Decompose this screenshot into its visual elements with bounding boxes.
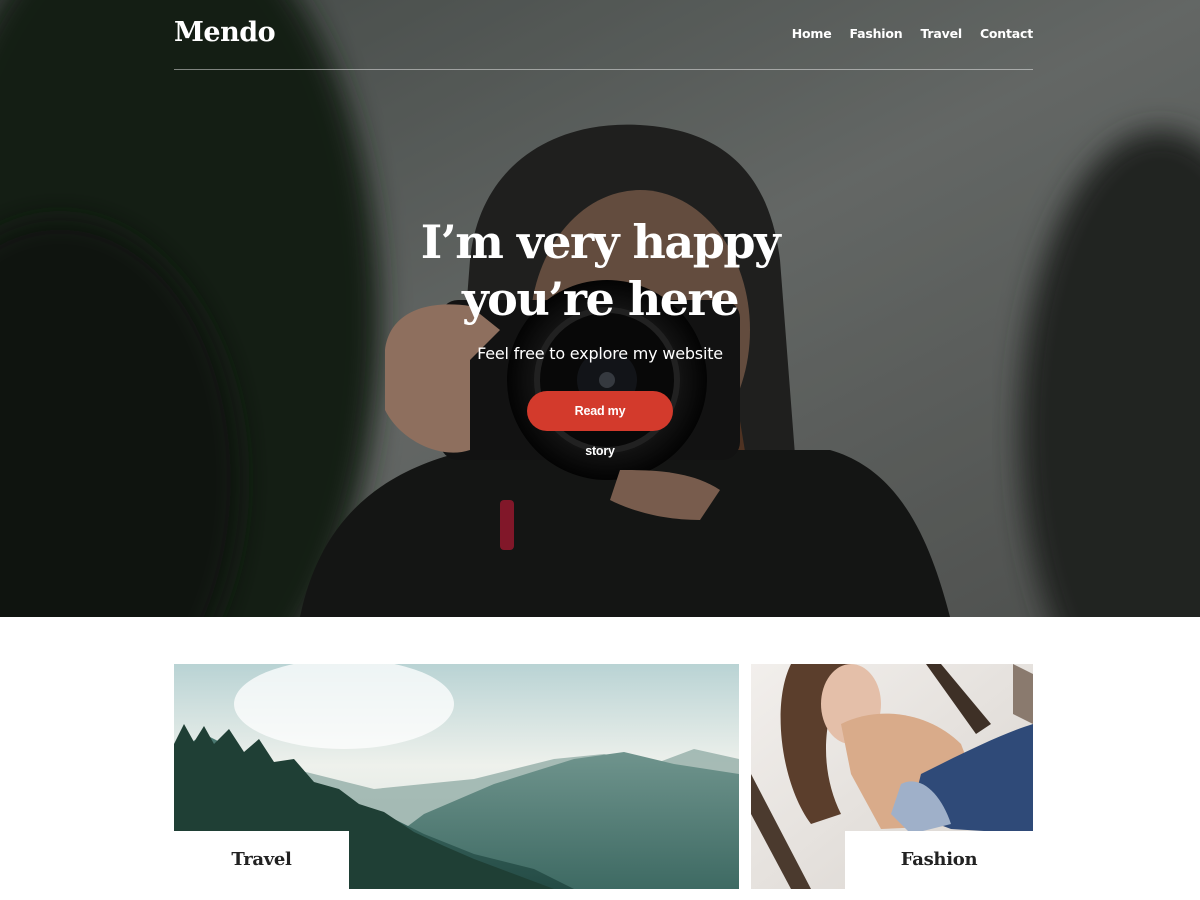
fashion-card[interactable]: Fashion — [751, 664, 1033, 889]
nav-link-fashion[interactable]: Fashion — [850, 26, 903, 41]
hero-content: I’m very happy you’re here Feel free to … — [300, 214, 900, 459]
travel-card-label[interactable]: Travel — [174, 831, 349, 889]
nav-link-travel[interactable]: Travel — [920, 26, 962, 41]
site-title-link[interactable]: Mendo — [174, 17, 276, 48]
read-my-story-button[interactable]: Read my story — [527, 391, 673, 458]
main-navigation: Home Fashion Travel Contact — [792, 26, 1033, 41]
site-header: Mendo Home Fashion Travel Contact — [174, 0, 1033, 70]
nav-link-contact[interactable]: Contact — [980, 26, 1033, 41]
travel-card[interactable]: Travel — [174, 664, 739, 889]
hero-heading: I’m very happy you’re here — [420, 215, 781, 326]
nav-link-home[interactable]: Home — [792, 26, 832, 41]
fashion-card-label[interactable]: Fashion — [845, 831, 1033, 889]
hero-section: Mendo Home Fashion Travel Contact I’m ve… — [0, 0, 1200, 617]
hero-subheading: Feel free to explore my website — [477, 344, 723, 363]
